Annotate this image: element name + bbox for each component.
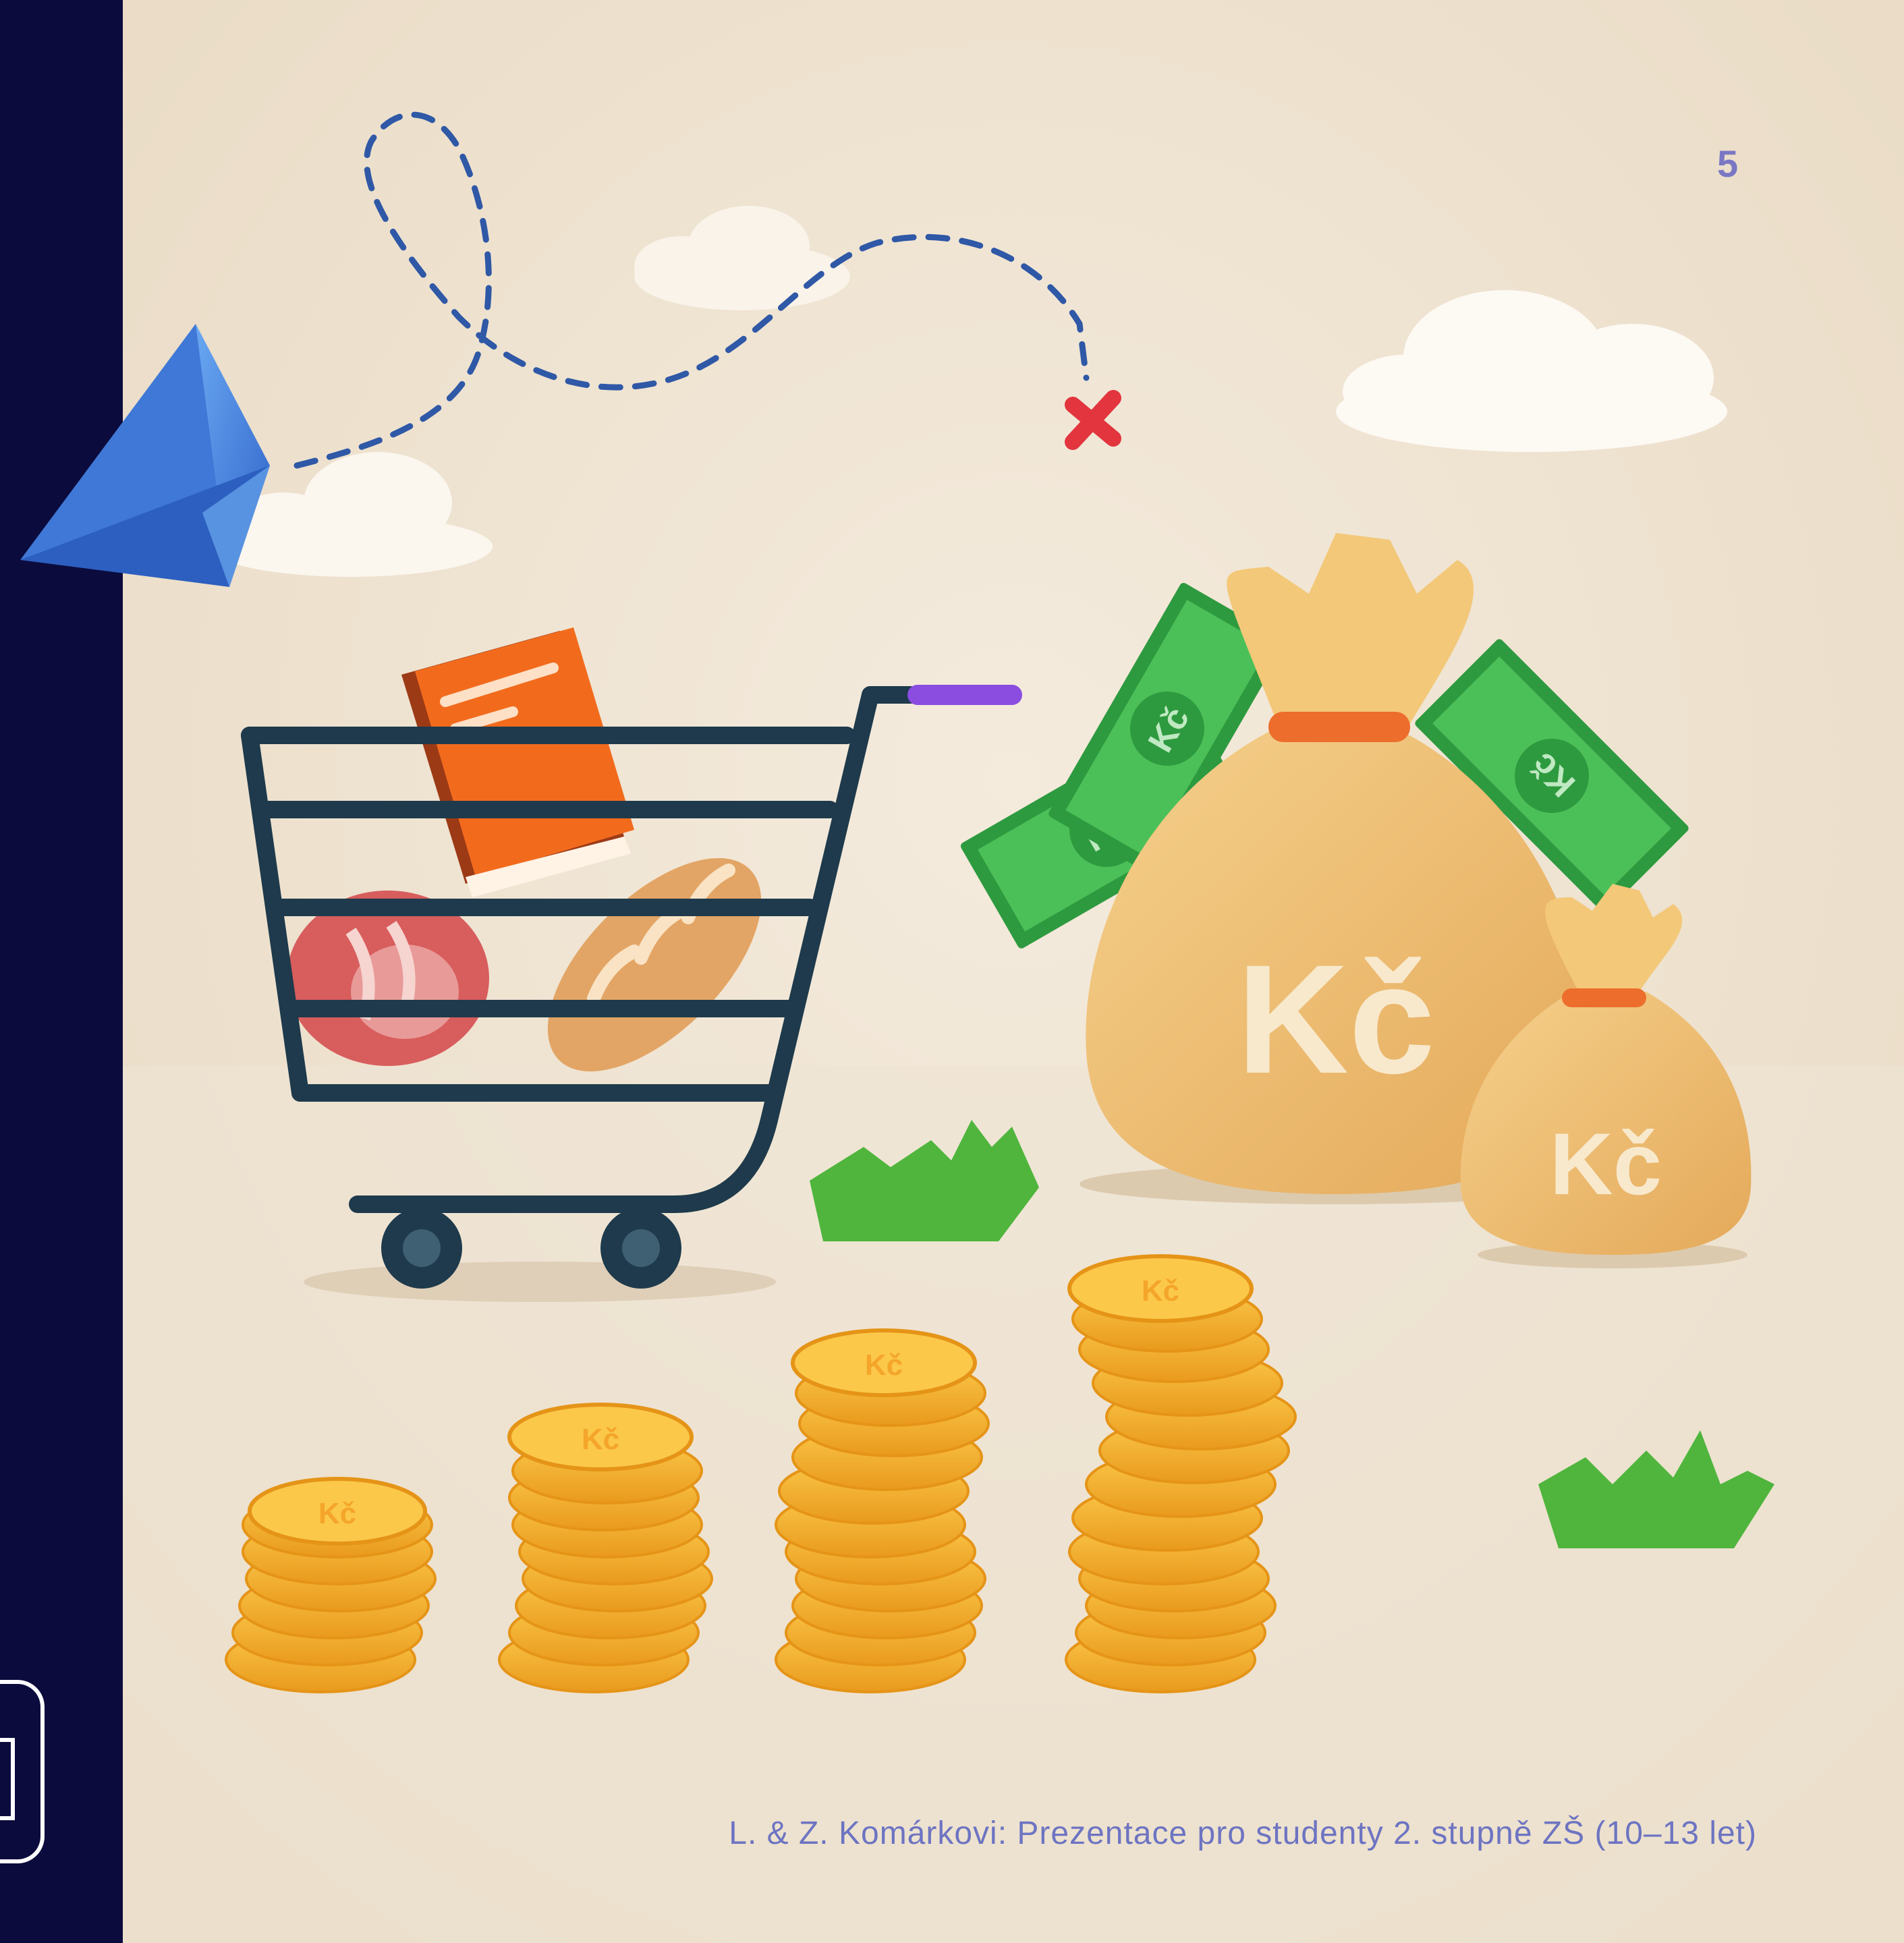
ham-icon <box>287 891 489 1066</box>
svg-text:Kč: Kč <box>318 1497 356 1530</box>
svg-text:Kč: Kč <box>865 1349 903 1382</box>
svg-text:Kč: Kč <box>1550 1115 1662 1213</box>
svg-text:Kč: Kč <box>1142 1274 1179 1307</box>
page-number: 5 <box>1717 142 1739 185</box>
cart-shadow <box>304 1262 776 1302</box>
svg-text:Kč: Kč <box>1237 932 1435 1106</box>
svg-text:Kč: Kč <box>582 1423 619 1456</box>
coin-stack-4 <box>1065 1285 1297 1693</box>
shopping-money-illustration: Kč Kč Kč Kč Kč Kč Kč Kč <box>20 0 1904 1943</box>
coin-stack-3 <box>775 1359 990 1693</box>
footer-credit: L. & Z. Komárkovi: Prezentace pro studen… <box>729 1815 1757 1851</box>
coin-stack-2 <box>498 1437 713 1693</box>
